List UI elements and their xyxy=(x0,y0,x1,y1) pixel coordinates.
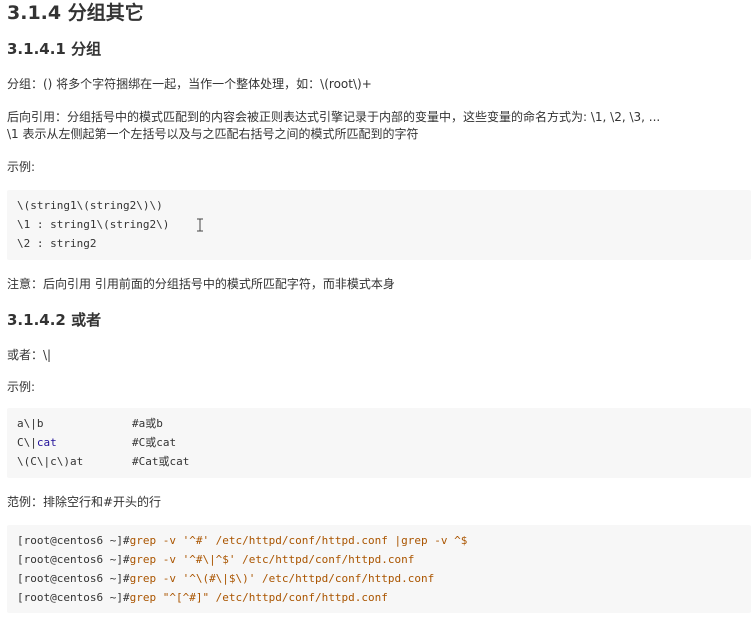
code-line: [root@centos6 ~]#grep -v '^#\|^$' /etc/h… xyxy=(17,552,414,568)
code-block-grep[interactable]: [root@centos6 ~]#grep -v '^#' /etc/httpd… xyxy=(7,525,751,613)
text-cursor-icon xyxy=(197,218,203,232)
code-line: [root@centos6 ~]#grep "^[^#]" /etc/httpd… xyxy=(17,590,388,606)
code-line: \(C\|c\)at xyxy=(17,454,83,470)
code-line: a\|b xyxy=(17,416,44,432)
paragraph-backreference-detail: \1 表示从左侧起第一个左括号以及与之匹配右括号之间的模式所匹配到的字符 xyxy=(7,127,419,141)
example-label-1: 示例: xyxy=(7,160,36,174)
code-line: \2 : string2 xyxy=(17,237,97,250)
section-heading-3-1-4-1: 3.1.4.1 分组 xyxy=(7,40,102,58)
shell-command: grep "^[^#]" /etc/httpd/conf/httpd.conf xyxy=(129,591,388,604)
code-line: [root@centos6 ~]#grep -v '^#' /etc/httpd… xyxy=(17,533,467,549)
code-comment: #Cat或cat xyxy=(132,455,190,468)
shell-command: grep -v '^#\|^$' /etc/httpd/conf/httpd.c… xyxy=(129,553,415,566)
code-expression: a\|b xyxy=(17,417,44,430)
paragraph-grouping: 分组：() 将多个字符捆绑在一起，当作一个整体处理，如：\(root\)+ xyxy=(7,77,372,91)
shell-prompt: [root@centos6 ~]# xyxy=(17,534,130,547)
code-expression: \(C\|c\)at xyxy=(17,455,84,468)
paragraph-or: 或者：\| xyxy=(7,348,52,362)
section-heading-3-1-4: 3.1.4 分组其它 xyxy=(7,2,144,24)
code-line: \1 : string1\(string2\) xyxy=(17,218,170,231)
shell-prompt: [root@centos6 ~]# xyxy=(17,591,130,604)
paragraph-backreference: 后向引用：分组括号中的模式匹配到的内容会被正则表达式引擎记录于内部的变量中，这些… xyxy=(7,110,661,124)
code-expression: C\| xyxy=(17,436,37,449)
code-line: \(string1\(string2\)\) xyxy=(17,199,163,212)
document-page: 3.1.4 分组其它 3.1.4.1 分组 分组：() 将多个字符捆绑在一起，当… xyxy=(0,0,751,618)
code-line: C\|cat xyxy=(17,435,57,451)
code-line: [root@centos6 ~]#grep -v '^\(#\|$\)' /et… xyxy=(17,571,434,587)
code-comment: #a或b xyxy=(132,417,163,430)
example-label-3: 范例：排除空行和#开头的行 xyxy=(7,495,162,509)
code-block-grouping[interactable]: \(string1\(string2\)\) \1 : string1\(str… xyxy=(7,190,751,260)
code-block-or[interactable]: a\|b #a或b C\|cat #C或cat \(C\|c\)at #Cat或… xyxy=(7,408,751,478)
code-keyword: cat xyxy=(36,436,57,449)
shell-prompt: [root@centos6 ~]# xyxy=(17,553,130,566)
example-label-2: 示例: xyxy=(7,380,36,394)
shell-command: grep -v '^\(#\|$\)' /etc/httpd/conf/http… xyxy=(129,572,435,585)
shell-prompt: [root@centos6 ~]# xyxy=(17,572,130,585)
section-heading-3-1-4-2: 3.1.4.2 或者 xyxy=(7,311,102,329)
shell-command: grep -v '^#' /etc/httpd/conf/httpd.conf … xyxy=(129,534,468,547)
paragraph-note: 注意：后向引用 引用前面的分组括号中的模式所匹配字符，而非模式本身 xyxy=(7,277,395,291)
code-comment: #C或cat xyxy=(132,436,177,449)
